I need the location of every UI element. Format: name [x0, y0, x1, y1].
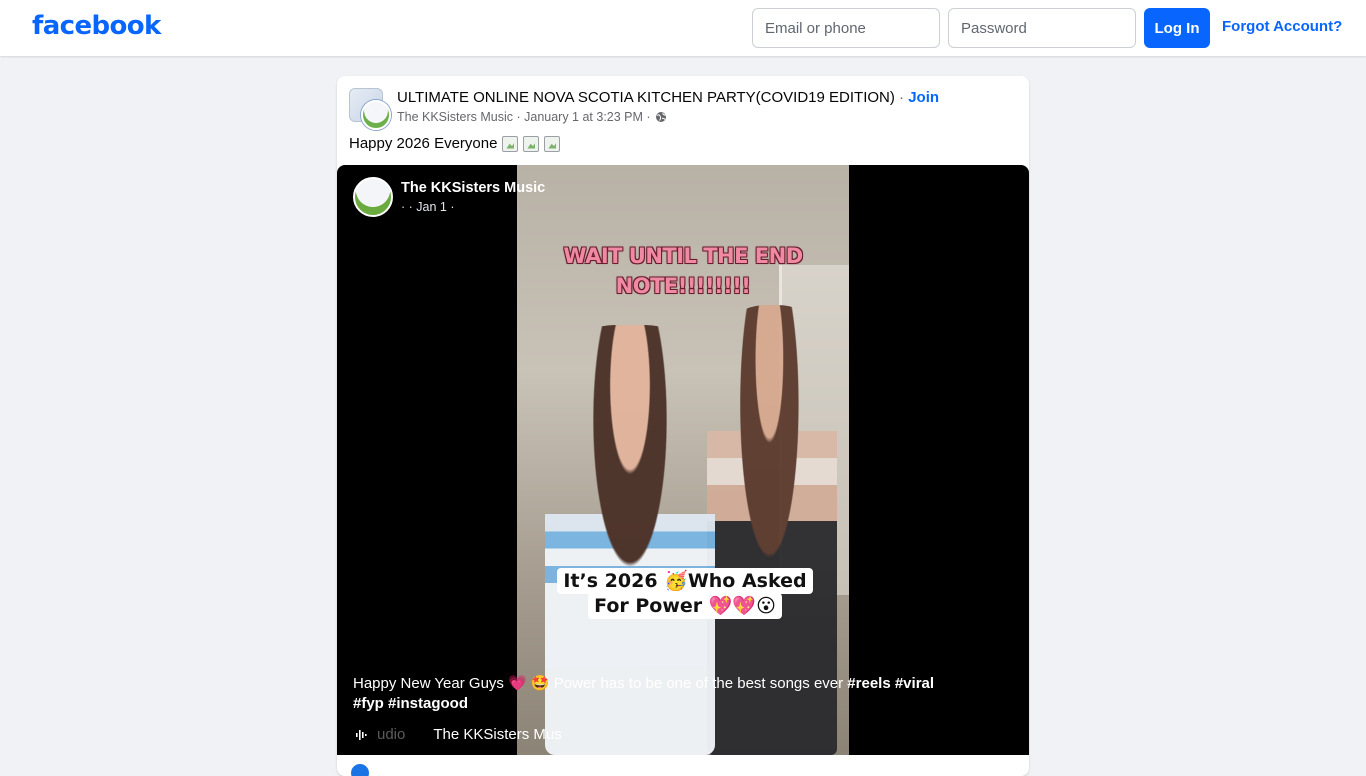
- video-date[interactable]: · · Jan 1 ·: [401, 200, 455, 214]
- group-avatar[interactable]: [349, 88, 391, 130]
- video-overlay-caption-text: It’s 2026 🥳Who Asked For Power 💖💖😮: [557, 568, 813, 619]
- video-author-name[interactable]: The KKSisters Music: [401, 180, 545, 196]
- password-field[interactable]: [948, 8, 1136, 48]
- author-avatar[interactable]: [361, 100, 391, 130]
- reaction-icon: [351, 764, 369, 776]
- post-header-title: ULTIMATE ONLINE NOVA SCOTIA KITCHEN PART…: [397, 89, 1017, 106]
- email-field[interactable]: [752, 8, 940, 48]
- video-overlay-caption: It’s 2026 🥳Who Asked For Power 💖💖😮: [541, 568, 829, 619]
- facebook-logo[interactable]: facebook: [32, 11, 161, 41]
- emoji-image-icon: [502, 135, 519, 152]
- top-navigation-bar: facebook Log In Forgot Account?: [0, 0, 1366, 56]
- video-overlay-headline: WAIT UNTIL THE END NOTE!!!!!!!!: [563, 244, 803, 298]
- globe-icon: [655, 111, 667, 123]
- video-description: Happy New Year Guys 💗 🤩 Power has to be …: [353, 674, 953, 714]
- title-separator: ·: [899, 89, 905, 106]
- video-description-text: Happy New Year Guys 💗 🤩 Power has to be …: [353, 675, 844, 692]
- audio-label: udio: [377, 726, 406, 743]
- login-button[interactable]: Log In: [1144, 8, 1210, 48]
- join-group-link[interactable]: Join: [908, 89, 939, 106]
- audio-waveform-icon: [355, 729, 367, 741]
- post-meta: The KKSisters Music · January 1 at 3:23 …: [397, 110, 667, 124]
- emoji-image-icon: [544, 135, 561, 152]
- post-author-and-time[interactable]: The KKSisters Music · January 1 at 3:23 …: [397, 110, 651, 124]
- video-player[interactable]: WAIT UNTIL THE END NOTE!!!!!!!! It’s 202…: [337, 165, 1029, 755]
- forgot-account-link[interactable]: Forgot Account?: [1222, 18, 1342, 35]
- emoji-image-icon: [523, 135, 540, 152]
- audio-row[interactable]: udio The KKSisters Mus: [355, 726, 562, 743]
- audio-source-name[interactable]: The KKSisters Mus: [433, 726, 561, 743]
- post-body-text: Happy 2026 Everyone: [349, 135, 498, 152]
- post-card: ULTIMATE ONLINE NOVA SCOTIA KITCHEN PART…: [337, 76, 1029, 776]
- group-name-link[interactable]: ULTIMATE ONLINE NOVA SCOTIA KITCHEN PART…: [397, 89, 895, 106]
- post-text: Happy 2026 Everyone: [349, 135, 561, 152]
- video-author-avatar[interactable]: [353, 177, 393, 217]
